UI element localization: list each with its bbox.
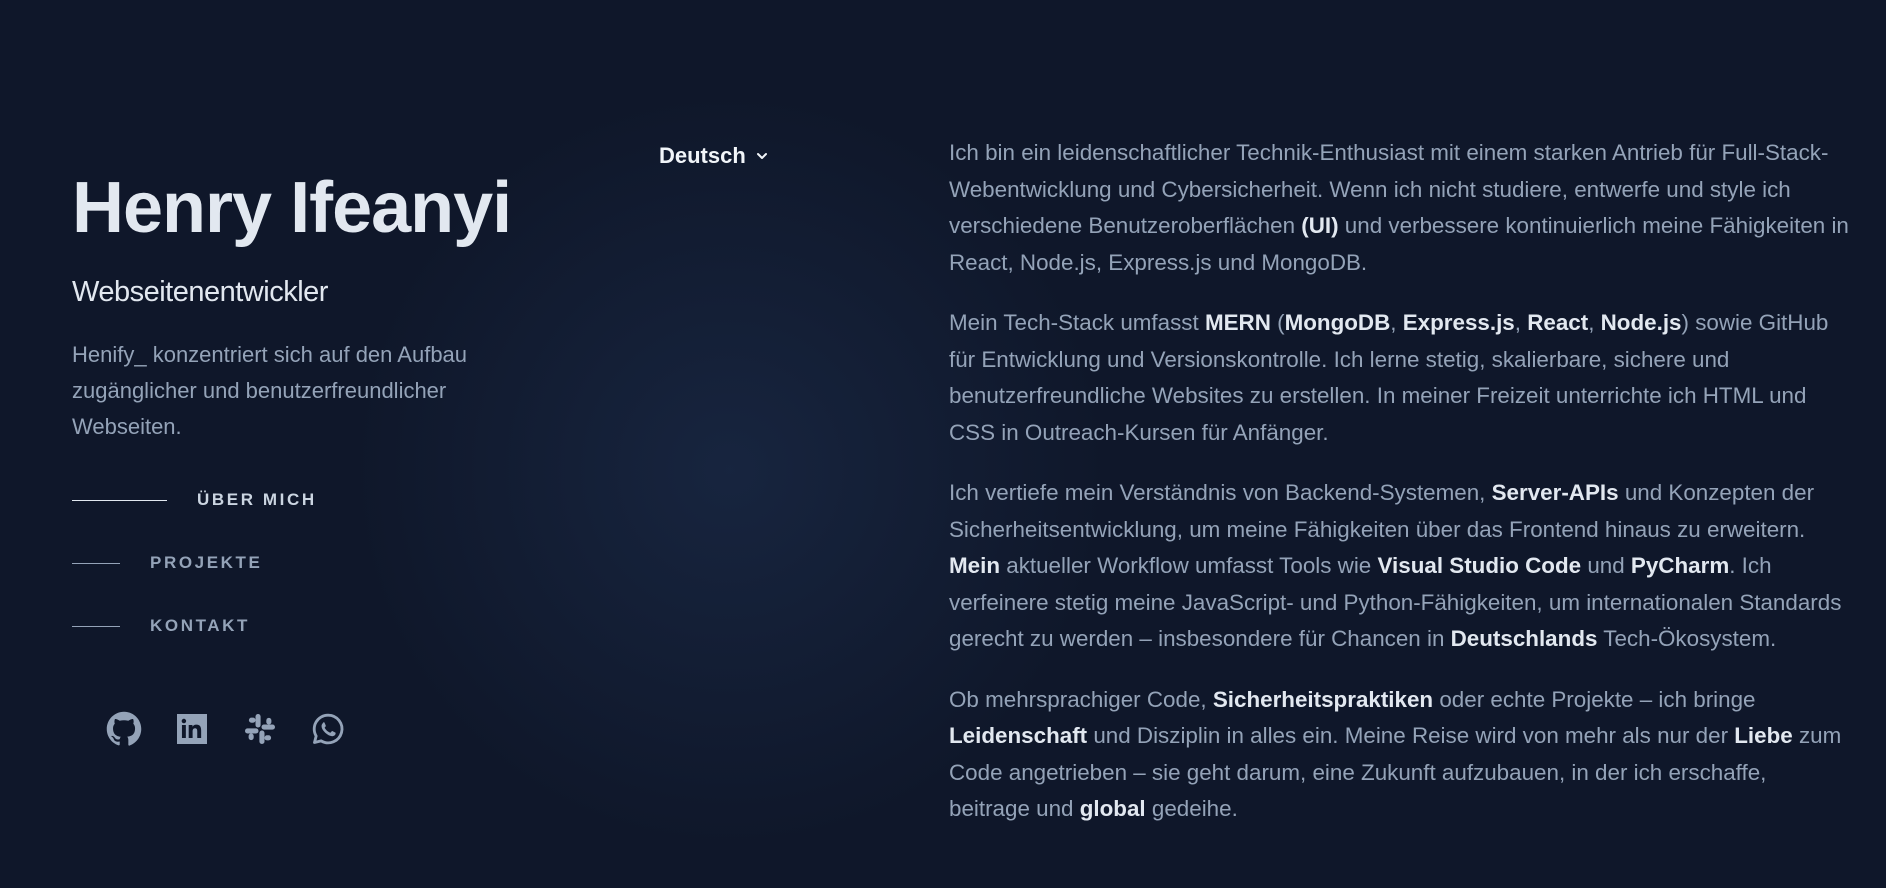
linkedin-icon xyxy=(177,714,207,744)
about-text: , xyxy=(1588,310,1601,335)
nav-indicator-line xyxy=(72,562,120,564)
about-text: , xyxy=(1390,310,1403,335)
about-text: und xyxy=(1581,553,1631,578)
chevron-down-icon xyxy=(756,153,767,159)
about-section: Ich bin ein leidenschaftlicher Technik-E… xyxy=(949,135,1849,852)
about-paragraph: Mein Tech-Stack umfasst MERN (MongoDB, E… xyxy=(949,305,1849,451)
about-highlight: Node.js xyxy=(1600,310,1682,335)
about-text: gedeihe. xyxy=(1145,796,1238,821)
slack-link[interactable] xyxy=(242,711,278,747)
profile-role: Webseitenentwickler xyxy=(72,276,328,308)
about-text: Ich vertiefe mein Verständnis von Backen… xyxy=(949,480,1492,505)
nav-item-label: PROJEKTE xyxy=(150,553,263,572)
whatsapp-icon xyxy=(312,713,344,745)
social-links xyxy=(106,711,378,747)
about-highlight: Leidenschaft xyxy=(949,723,1088,748)
nav-item-contact[interactable]: KONTAKT xyxy=(72,610,317,642)
about-highlight: Express.js xyxy=(1402,310,1515,335)
profile-tagline: Henify_ konzentriert sich auf den Aufbau… xyxy=(72,342,468,439)
about-highlight: global xyxy=(1079,796,1146,821)
github-icon xyxy=(106,711,142,746)
about-highlight: Mein xyxy=(949,553,1001,578)
about-text: , xyxy=(1514,310,1528,335)
whatsapp-link[interactable] xyxy=(310,711,346,747)
about-text: oder echte Projekte – ich bringe xyxy=(1433,686,1756,712)
about-paragraph: Ich bin ein leidenschaftlicher Technik-E… xyxy=(949,135,1849,281)
nav-item-about[interactable]: ÜBER MICH xyxy=(72,484,317,516)
about-text: aktueller Workflow umfasst Tools wie xyxy=(1000,553,1378,578)
language-selected-label: Deutsch xyxy=(659,143,746,168)
about-paragraph: Ich vertiefe mein Verständnis von Backen… xyxy=(949,475,1849,658)
nav-item-label: ÜBER MICH xyxy=(197,490,317,509)
about-text: Tech-Ökosystem. xyxy=(1597,626,1777,651)
about-highlight: Sicherheitspraktiken xyxy=(1212,686,1434,712)
nav-item-projects[interactable]: PROJEKTE xyxy=(72,547,317,579)
nav-item-label: KONTAKT xyxy=(150,616,251,635)
about-text: und Disziplin in alles ein. Meine Reise … xyxy=(1087,723,1735,748)
about-highlight: PyCharm xyxy=(1630,553,1730,578)
about-highlight: Deutschlands xyxy=(1450,626,1598,651)
about-highlight: Visual Studio Code xyxy=(1377,553,1582,578)
nav-indicator-line xyxy=(72,625,120,627)
profile-name: Henry Ifeanyi xyxy=(72,168,512,248)
language-selector[interactable]: Deutsch xyxy=(659,143,770,169)
about-highlight: React xyxy=(1527,310,1589,335)
about-highlight: Server-APIs xyxy=(1491,480,1619,505)
about-paragraph: Ob mehrsprachiger Code, Sicherheitsprakt… xyxy=(949,682,1849,828)
about-text: ( xyxy=(1270,310,1285,335)
nav-indicator-line xyxy=(72,499,167,501)
section-nav: ÜBER MICH PROJEKTE KONTAKT xyxy=(72,484,317,673)
about-highlight: (UI) xyxy=(1301,213,1339,238)
linkedin-link[interactable] xyxy=(174,711,210,747)
github-link[interactable] xyxy=(106,711,142,747)
about-highlight: Liebe xyxy=(1734,723,1793,748)
about-highlight: MERN xyxy=(1204,310,1271,335)
about-highlight: MongoDB xyxy=(1284,310,1391,335)
slack-icon xyxy=(245,714,275,744)
about-text: Ob mehrsprachiger Code, xyxy=(949,686,1213,712)
about-text: Mein Tech-Stack umfasst xyxy=(949,310,1205,335)
